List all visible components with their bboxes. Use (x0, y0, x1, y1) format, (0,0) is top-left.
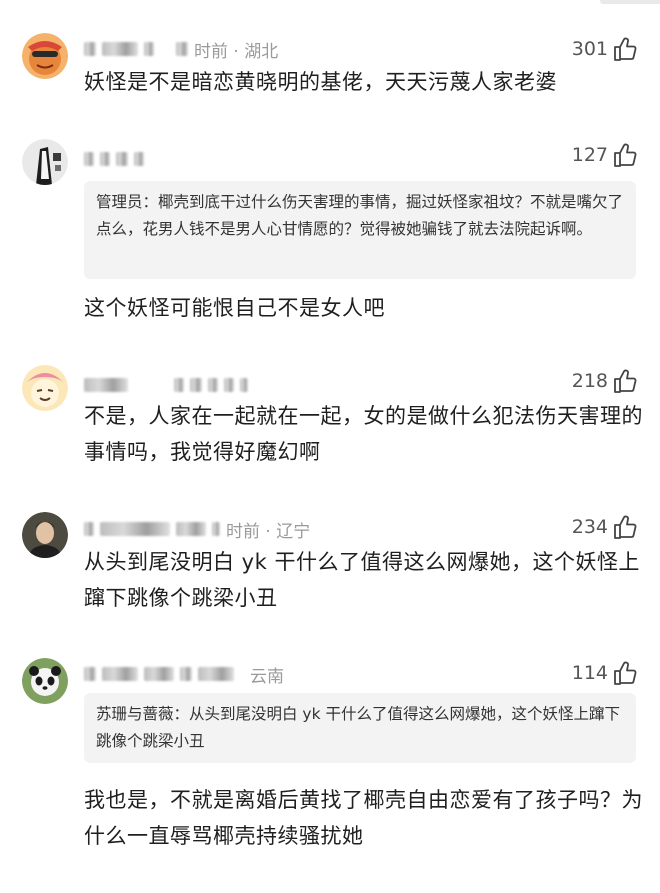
like-button[interactable]: 114 (572, 658, 638, 688)
like-button[interactable]: 127 (572, 140, 638, 170)
avatar[interactable] (22, 33, 68, 79)
comment-text: 妖怪是不是暗恋黄晓明的基佬，天天污蔑人家老婆 (84, 70, 557, 94)
comment-meta (84, 372, 254, 398)
quoted-reply: 管理员：椰壳到底干过什么伤天害理的事情，掘过妖怪家祖坟？不就是嘴欠了点么，花男人… (84, 181, 636, 279)
thumbs-up-icon (614, 143, 637, 167)
thumbs-up-icon (614, 515, 637, 539)
comment-meta (84, 146, 150, 172)
avatar[interactable] (22, 512, 68, 558)
avatar[interactable] (22, 658, 68, 704)
avatar[interactable] (22, 365, 68, 411)
comment-time-location: 时前 · 湖北 (194, 41, 279, 62)
thumbs-up-icon (614, 37, 637, 61)
like-count: 234 (571, 516, 608, 538)
comment-text: 这个妖怪可能恨自己不是女人吧 (84, 296, 385, 320)
like-button[interactable]: 301 (572, 34, 638, 64)
quoted-reply: 苏珊与蔷薇：从头到尾没明白 yk 干什么了值得这么网爆她，这个妖怪上蹿下跳像个跳… (84, 693, 636, 763)
avatar[interactable] (22, 139, 68, 185)
like-count: 127 (571, 144, 608, 166)
like-count: 114 (571, 662, 608, 684)
like-button[interactable]: 234 (572, 512, 638, 542)
top-edge-strip (600, 0, 660, 4)
comment-meta: 云南 (84, 661, 284, 687)
like-count: 218 (571, 370, 608, 392)
comment-meta: 时前 · 辽宁 (84, 516, 310, 542)
comment-text: 不是，人家在一起就在一起，女的是做什么犯法伤天害理的事情吗，我觉得好魔幻啊 (84, 404, 643, 464)
comment-time-location: 时前 · 辽宁 (226, 521, 311, 542)
thumbs-up-icon (614, 369, 637, 393)
comment-text: 从头到尾没明白 yk 干什么了值得这么网爆她，这个妖怪上蹿下跳像个跳梁小丑 (84, 550, 640, 610)
like-count: 301 (571, 38, 608, 60)
thumbs-up-icon (614, 661, 637, 685)
like-button[interactable]: 218 (572, 366, 638, 396)
comment-meta: 时前 · 湖北 (84, 36, 278, 62)
comment-time-location: 云南 (250, 666, 284, 687)
comment-text: 我也是，不就是离婚后黄找了椰壳自由恋爱有了孩子吗？为什么一直辱骂椰壳持续骚扰她 (84, 788, 643, 848)
